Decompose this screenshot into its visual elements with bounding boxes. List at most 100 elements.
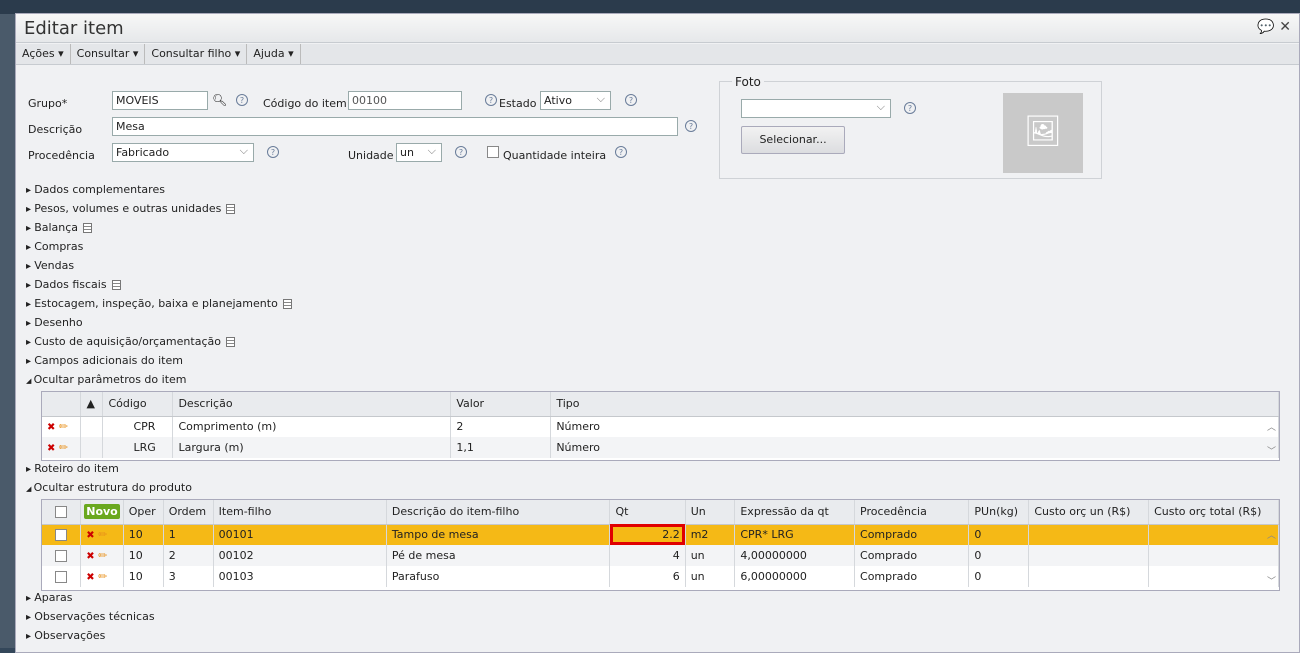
cell: 2 — [163, 545, 214, 566]
section-campos-adicionais[interactable]: Campos adicionais do item — [26, 354, 183, 367]
section-label: Dados complementares — [34, 183, 165, 196]
cell: 6 — [609, 566, 686, 587]
help-icon[interactable]: ? — [904, 102, 916, 114]
help-icon[interactable]: ? — [685, 120, 697, 132]
close-icon[interactable]: ✕ — [1279, 19, 1291, 35]
help-icon[interactable]: ? — [625, 94, 637, 106]
col-custo-total[interactable]: Custo orç total (R$) — [1148, 500, 1279, 525]
section-estocagem[interactable]: Estocagem, inspeção, baixa e planejament… — [26, 297, 292, 310]
edit-item-dialog: Editar item 💬 ✕ Ações ▾ Consultar ▾ Cons… — [15, 13, 1300, 653]
section-desenho[interactable]: Desenho — [26, 316, 82, 329]
table-row[interactable]: ✖ ✏ 10 2 00102 Pé de mesa 4 un 4,00000000 Com… — [42, 545, 1279, 566]
col-custo-un[interactable]: Custo orç un (R$) — [1028, 500, 1150, 525]
help-icon[interactable]: ? — [236, 94, 248, 106]
cell: 10 — [123, 524, 164, 545]
table-row-selected[interactable]: ✖ ✏ 10 1 00101 Tampo de mesa 2.2 m2 CPR* LRG… — [42, 524, 1279, 545]
col-procedencia[interactable]: Procedência — [854, 500, 970, 525]
section-parametros[interactable]: Ocultar parâmetros do item — [26, 373, 187, 386]
cell: 4,00000000 — [734, 545, 856, 566]
foto-select[interactable] — [741, 99, 891, 118]
col-codigo[interactable]: Código — [102, 392, 174, 417]
section-custo[interactable]: Custo de aquisição/orçamentação — [26, 335, 235, 348]
edit-icon[interactable]: ✏ — [98, 570, 107, 583]
delete-icon[interactable]: ✖ — [47, 422, 55, 433]
edit-icon[interactable]: ✏ — [98, 549, 107, 562]
table-row[interactable]: ✖ ✏ LRG Largura (m) 1,1 Número — [42, 437, 1279, 458]
table-row[interactable]: ✖ ✏ 10 3 00103 Parafuso 6 un 6,00000000 Compr… — [42, 566, 1279, 587]
estado-select[interactable]: Ativo — [540, 91, 611, 110]
section-dados-fiscais[interactable]: Dados fiscais — [26, 278, 121, 291]
qt-cell-editing[interactable]: 2.2 — [609, 524, 686, 545]
col-pun[interactable]: PUn(kg) — [968, 500, 1030, 525]
help-icon[interactable]: ? — [267, 146, 279, 158]
row-checkbox[interactable] — [55, 550, 68, 562]
selecionar-button[interactable]: Selecionar... — [741, 126, 845, 154]
sort-asc-icon[interactable]: ▲ — [80, 392, 104, 417]
menu-consultar[interactable]: Consultar ▾ — [71, 44, 146, 64]
section-dados-complementares[interactable]: Dados complementares — [26, 183, 165, 196]
scroll-down-icon[interactable]: ﹀ — [1267, 574, 1276, 587]
unidade-label: Unidade — [348, 149, 394, 162]
chat-icon[interactable]: 💬 — [1257, 19, 1274, 35]
document-icon — [282, 299, 292, 309]
table-row[interactable]: ✖ ✏ CPR Comprimento (m) 2 Número — [42, 416, 1279, 437]
descricao-input[interactable]: Mesa — [112, 117, 678, 136]
row-checkbox[interactable] — [55, 529, 68, 542]
codigo-input[interactable]: 00100 — [348, 91, 462, 110]
col-tipo[interactable]: Tipo — [550, 392, 1279, 417]
delete-icon[interactable]: ✖ — [86, 572, 94, 583]
col-descricao-filho[interactable]: Descrição do item-filho — [386, 500, 611, 525]
edit-icon[interactable]: ✏ — [98, 528, 107, 541]
col-item-filho[interactable]: Item-filho — [213, 500, 387, 525]
scroll-up-icon[interactable]: ︿ — [1267, 528, 1276, 541]
edit-icon[interactable]: ✏ — [59, 441, 68, 454]
menu-ajuda[interactable]: Ajuda ▾ — [247, 44, 301, 64]
col-expressao[interactable]: Expressão da qt — [734, 500, 856, 525]
search-icon[interactable]: 🔍︎ — [212, 93, 227, 107]
delete-icon[interactable]: ✖ — [86, 551, 94, 562]
section-balanca[interactable]: Balança — [26, 221, 93, 234]
image-placeholder-icon: 🖼︎ — [1003, 93, 1083, 173]
section-label: Pesos, volumes e outras unidades — [34, 202, 222, 215]
section-observacoes[interactable]: Observações — [26, 629, 105, 642]
help-icon[interactable]: ? — [455, 146, 467, 158]
cell: 10 — [123, 545, 164, 566]
col-un[interactable]: Un — [685, 500, 736, 525]
quantidade-inteira-checkbox[interactable] — [487, 146, 499, 158]
unidade-select[interactable]: un — [396, 143, 442, 162]
cell: Largura (m) — [172, 437, 452, 458]
section-observacoes-tecnicas[interactable]: Observações técnicas — [26, 610, 154, 623]
help-icon[interactable]: ? — [485, 94, 497, 106]
section-roteiro[interactable]: Roteiro do item — [26, 462, 119, 475]
grupo-input[interactable]: MOVEIS — [112, 91, 208, 110]
novo-button[interactable]: Novo — [84, 504, 120, 520]
cell: un — [685, 566, 736, 587]
edit-icon[interactable]: ✏ — [59, 420, 68, 433]
document-icon — [111, 280, 121, 290]
scroll-up-icon[interactable]: ︿ — [1267, 420, 1276, 433]
section-pesos[interactable]: Pesos, volumes e outras unidades — [26, 202, 236, 215]
delete-icon[interactable]: ✖ — [86, 530, 94, 541]
col-valor[interactable]: Valor — [450, 392, 552, 417]
section-aparas[interactable]: Aparas — [26, 591, 72, 604]
menu-acoes[interactable]: Ações ▾ — [16, 44, 71, 64]
col-descricao[interactable]: Descrição — [172, 392, 452, 417]
section-vendas[interactable]: Vendas — [26, 259, 74, 272]
row-checkbox[interactable] — [55, 571, 68, 583]
menu-bar: Ações ▾ Consultar ▾ Consultar filho ▾ Aj… — [16, 44, 1299, 65]
section-label: Custo de aquisição/orçamentação — [34, 335, 221, 348]
menu-label: Consultar — [76, 47, 130, 60]
help-icon[interactable]: ? — [615, 146, 627, 158]
menu-label: Consultar filho — [151, 47, 232, 60]
select-all-checkbox[interactable] — [55, 506, 68, 519]
col-ordem[interactable]: Ordem — [163, 500, 214, 525]
menu-label: Ajuda — [253, 47, 285, 60]
delete-icon[interactable]: ✖ — [47, 443, 55, 454]
scroll-down-icon[interactable]: ﹀ — [1267, 444, 1276, 457]
col-oper[interactable]: Oper — [123, 500, 164, 525]
section-estrutura[interactable]: Ocultar estrutura do produto — [26, 481, 192, 494]
section-compras[interactable]: Compras — [26, 240, 83, 253]
procedencia-select[interactable]: Fabricado — [112, 143, 254, 162]
col-qt[interactable]: Qt — [609, 500, 686, 525]
menu-consultar-filho[interactable]: Consultar filho ▾ — [145, 44, 248, 64]
